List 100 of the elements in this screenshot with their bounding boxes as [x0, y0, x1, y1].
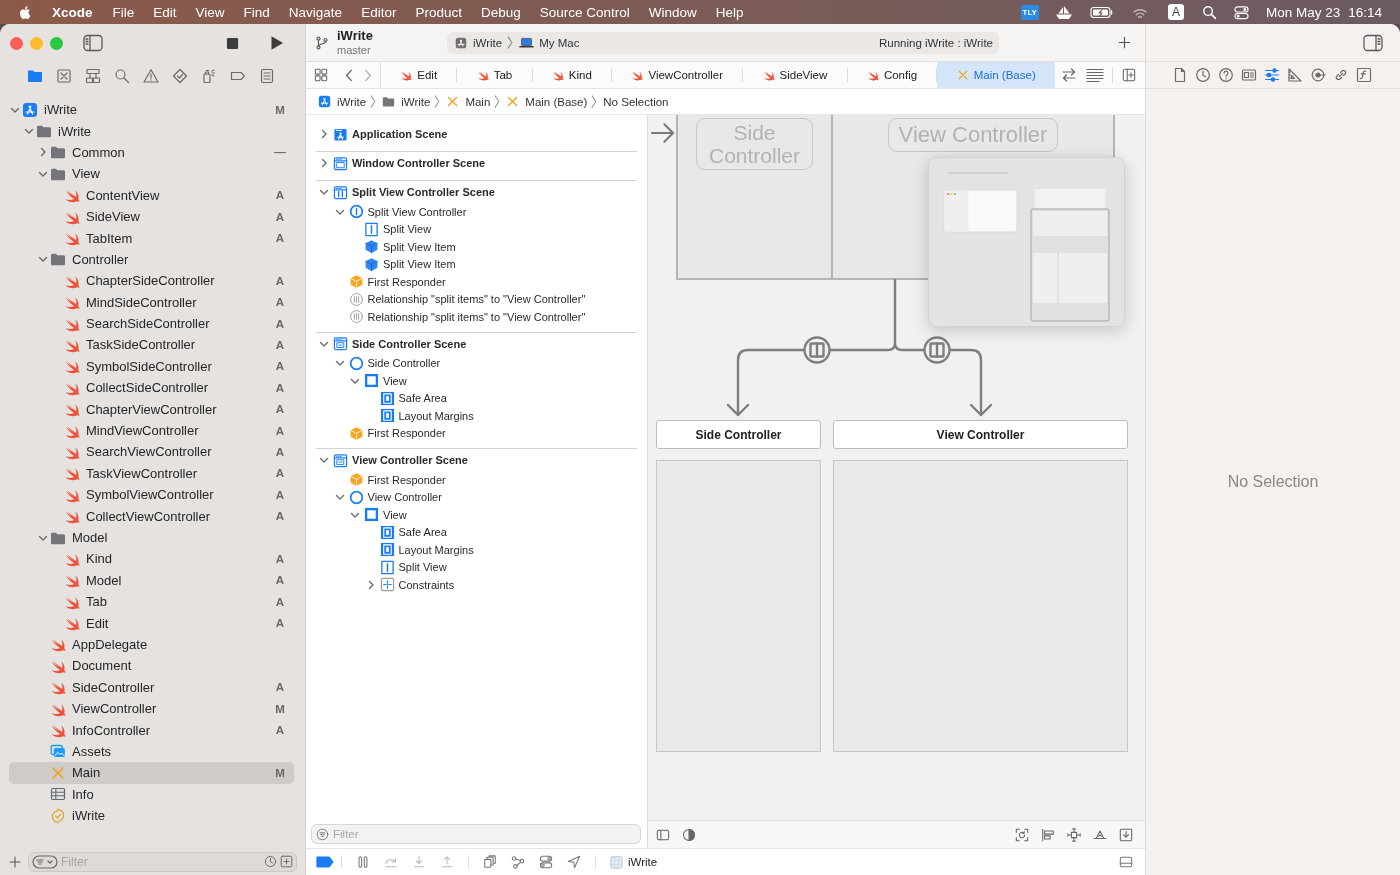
outline-item[interactable]: First Responder	[316, 273, 637, 291]
tree-item[interactable]: CollectSideController A	[9, 377, 294, 399]
menu-item[interactable]: Navigate	[288, 4, 343, 20]
editor-tab[interactable]: Kind	[532, 62, 612, 88]
editor-tab[interactable]: Edit	[381, 62, 457, 88]
align-icon[interactable]	[1041, 827, 1055, 842]
tree-item[interactable]: SideView A	[9, 205, 294, 228]
outline-item[interactable]: Layout Margins	[316, 407, 637, 425]
activity-view[interactable]: iWrite My Mac Running iWrite : iWrite	[447, 31, 999, 54]
tree-item[interactable]: InfoController A	[9, 719, 294, 741]
ruler-icon[interactable]	[1287, 67, 1303, 83]
tree-item[interactable]: ChapterViewController A	[9, 398, 294, 420]
tree-item[interactable]: SymbolViewController A	[9, 484, 294, 506]
add-editor-icon[interactable]	[1122, 68, 1136, 82]
menu-item[interactable]: Debug	[480, 4, 521, 20]
link-icon[interactable]	[1333, 67, 1349, 83]
tree-item[interactable]: Assets	[9, 740, 294, 763]
outline-item[interactable]: Split View	[316, 220, 637, 238]
stop-icon[interactable]	[226, 36, 239, 50]
outline-item[interactable]: View	[316, 372, 637, 390]
tree-item[interactable]: SearchSideController A	[9, 312, 294, 335]
menu-bar-date[interactable]: Mon May 23	[1265, 4, 1341, 20]
outline-item[interactable]: Side Controller Scene	[316, 332, 637, 355]
tree-item[interactable]: Model A	[9, 569, 294, 591]
back-icon[interactable]	[345, 68, 353, 82]
graph-icon[interactable]	[511, 855, 525, 869]
editor-tab[interactable]: ViewController	[612, 62, 743, 88]
outline-item[interactable]: Relationship "split items" to "View Controller"	[316, 308, 637, 326]
chevron-icon[interactable]	[319, 187, 329, 197]
target-icon[interactable]	[1310, 67, 1326, 83]
tree-item[interactable]: iWrite	[9, 120, 294, 142]
tree-item[interactable]: AppDelegate	[9, 633, 294, 656]
editor-tab[interactable]: SideView	[743, 62, 847, 88]
outline-item[interactable]: First Responder	[316, 424, 637, 442]
run-icon[interactable]	[270, 35, 284, 51]
input-source-indicator[interactable]: A	[1167, 4, 1184, 20]
chevron-icon[interactable]	[38, 147, 48, 158]
tree-item[interactable]: ContentView A	[9, 184, 294, 206]
close-window-button[interactable]	[10, 36, 23, 50]
tree-item[interactable]: Info	[9, 783, 294, 805]
menu-item[interactable]: Help	[715, 4, 744, 20]
tree-item[interactable]: SymbolSideController A	[9, 355, 294, 378]
jump-bar-item[interactable]: iWrite	[382, 95, 431, 108]
plus-icon[interactable]	[9, 855, 21, 868]
jump-bar-item[interactable]: Main	[446, 95, 491, 108]
outline-toggle-icon[interactable]	[656, 827, 670, 842]
panel-toggle-icon[interactable]	[1119, 855, 1133, 869]
apple-icon[interactable]	[17, 3, 33, 21]
chevron-icon[interactable]	[319, 129, 329, 139]
menu-item[interactable]: Product	[415, 4, 462, 20]
search-icon[interactable]	[114, 67, 130, 84]
outline-item[interactable]: First Responder	[316, 471, 637, 489]
outline-item[interactable]: View Controller	[316, 488, 637, 506]
document-icon[interactable]	[1172, 67, 1188, 83]
tree-item[interactable]: ChapterSideController A	[9, 270, 294, 292]
tree-item[interactable]: View	[9, 163, 294, 185]
tree-item[interactable]: TabItem A	[9, 227, 294, 249]
clock-icon[interactable]	[1195, 67, 1211, 83]
download-box-icon[interactable]	[1119, 827, 1133, 842]
tree-item[interactable]: TaskSideController A	[9, 334, 294, 356]
editor-tab[interactable]: Tab	[457, 62, 532, 88]
editor-tab[interactable]: Config	[847, 62, 937, 88]
toggles-icon[interactable]	[539, 855, 553, 869]
menu-item[interactable]: File	[112, 4, 135, 20]
tree-item[interactable]: Common —	[9, 141, 294, 164]
half-circle-icon[interactable]	[682, 827, 696, 842]
menu-item[interactable]: Window	[648, 4, 697, 20]
outline-item[interactable]: Side Controller	[316, 354, 637, 372]
outline-item[interactable]: Safe Area	[316, 523, 637, 541]
toggles-icon[interactable]	[1233, 4, 1249, 20]
filter-menu-icon[interactable]	[32, 853, 58, 870]
breakpoint-icon[interactable]	[316, 856, 334, 868]
tree-item[interactable]: MindViewController A	[9, 419, 294, 442]
editor-tab[interactable]: Main (Base)	[937, 62, 1056, 88]
grid-icon[interactable]	[314, 68, 328, 82]
tree-item[interactable]: Main M	[9, 762, 294, 784]
tree-item[interactable]: SideController A	[9, 676, 294, 698]
warning-icon[interactable]	[143, 67, 159, 84]
destination-name[interactable]: My Mac	[539, 36, 580, 49]
tree-item[interactable]: CollectViewController A	[9, 505, 294, 527]
refresh-frame-icon[interactable]	[1015, 827, 1029, 842]
tree-item[interactable]: SearchViewController A	[9, 441, 294, 463]
outline-item[interactable]: Relationship "split items" to "View Controller"	[316, 290, 637, 308]
function-icon[interactable]	[1356, 67, 1372, 83]
menu-item[interactable]: Source Control	[539, 4, 630, 20]
tree-item[interactable]: TaskViewController A	[9, 462, 294, 485]
help-icon[interactable]	[1218, 67, 1234, 83]
hierarchy-icon[interactable]	[85, 67, 101, 84]
list-icon[interactable]	[259, 67, 275, 84]
outline-item[interactable]: View Controller Scene	[316, 449, 637, 471]
swap-arrows-icon[interactable]	[1061, 67, 1077, 83]
spray-can-icon[interactable]	[201, 67, 217, 84]
lines-icon[interactable]	[1086, 67, 1104, 83]
jump-bar-item[interactable]: Main (Base)	[506, 95, 588, 108]
layers-icon[interactable]	[483, 855, 497, 869]
tree-item[interactable]: Edit A	[9, 612, 294, 634]
menu-item[interactable]: Edit	[153, 4, 177, 20]
branch-icon[interactable]	[315, 34, 329, 51]
location-icon[interactable]	[567, 855, 581, 869]
clock-icon[interactable]	[264, 855, 277, 868]
